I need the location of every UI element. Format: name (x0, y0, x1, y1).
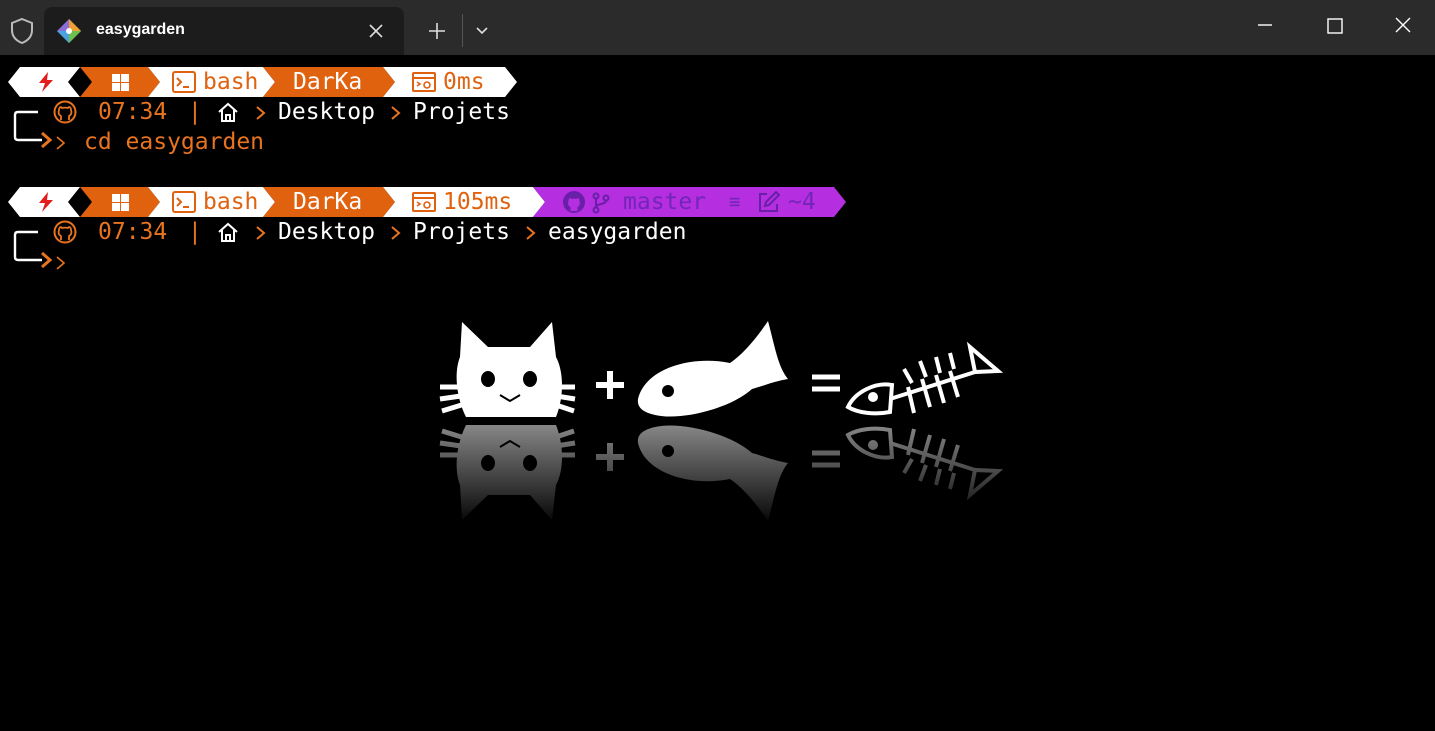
path-segment: Projets (413, 219, 510, 245)
chevron-down-icon[interactable] (472, 21, 492, 41)
home-icon (218, 102, 238, 122)
wallpaper-cat-fish (430, 321, 1004, 527)
chevron-right-icon (391, 226, 401, 240)
github-icon (563, 191, 585, 213)
home-icon (218, 222, 238, 242)
path-segment: Projets (413, 99, 510, 125)
terminal-area[interactable]: bash DarKa 0ms 07:34 | Desktop Projets c… (0, 55, 1435, 731)
plus-icon[interactable] (426, 20, 448, 42)
tab-separator (462, 14, 463, 47)
chevron-right-icon (526, 226, 536, 240)
tab-title: easygarden (96, 21, 185, 38)
execution-time: 0ms (443, 69, 485, 95)
fish-icon (637, 321, 788, 417)
fish-skeleton-icon (845, 341, 1004, 416)
cat-icon (439, 322, 576, 417)
close-icon[interactable] (366, 21, 386, 41)
chevron-right-icon (56, 136, 66, 150)
chevron-right-icon (56, 256, 66, 270)
prompt-time: 07:34 (98, 219, 168, 245)
close-icon[interactable] (1378, 12, 1428, 42)
path-segment: Desktop (278, 99, 375, 125)
prompt-path-line: 07:34 | Desktop Projets (0, 97, 700, 149)
chevron-right-icon (391, 106, 401, 120)
command-line: cd easygarden (0, 127, 700, 157)
equals-sign (812, 374, 840, 392)
git-branch-icon (592, 192, 610, 214)
plus-sign (596, 371, 624, 399)
user-name: DarKa (293, 189, 363, 215)
execution-time-icon (412, 72, 436, 92)
windows-icon (112, 194, 129, 211)
github-icon (53, 220, 77, 244)
windows-icon (112, 74, 129, 91)
chevron-right-icon (256, 106, 266, 120)
tab-easygarden[interactable]: easygarden (44, 7, 404, 55)
shell-name: bash (203, 69, 259, 95)
chevron-right-icon (256, 226, 266, 240)
prompt-separator: | (188, 219, 202, 245)
execution-time: 105ms (443, 189, 513, 215)
maximize-icon[interactable] (1310, 12, 1360, 42)
prompt-time: 07:34 (98, 99, 168, 125)
git-icon (56, 18, 82, 44)
git-changes: ~4 (788, 189, 816, 215)
prompt-path-line: 07:34 | Desktop Projets easygarden (0, 217, 900, 269)
edit-icon (759, 191, 781, 212)
lightning-icon (39, 192, 53, 212)
powerline-prompt: bash DarKa 0ms (8, 67, 528, 97)
path-segment: easygarden (548, 219, 687, 245)
minimize-icon[interactable] (1240, 12, 1290, 42)
powerline-prompt: bash DarKa 105ms master ≡ ~4 (8, 187, 858, 217)
path-segment: Desktop (278, 219, 375, 245)
lightning-icon (39, 72, 53, 92)
shell-name: bash (203, 189, 259, 215)
shield-icon[interactable] (8, 16, 36, 46)
command-line[interactable] (0, 247, 700, 277)
github-icon (53, 100, 77, 124)
execution-time-icon (412, 192, 436, 212)
command-text: cd easygarden (84, 129, 265, 155)
user-name: DarKa (293, 69, 363, 95)
terminal-icon (172, 71, 196, 93)
git-branch-name: master (623, 189, 707, 215)
prompt-separator: | (188, 99, 202, 125)
terminal-icon (172, 191, 196, 213)
git-status-symbol: ≡ (729, 191, 741, 213)
title-bar: easygarden (0, 0, 1435, 55)
